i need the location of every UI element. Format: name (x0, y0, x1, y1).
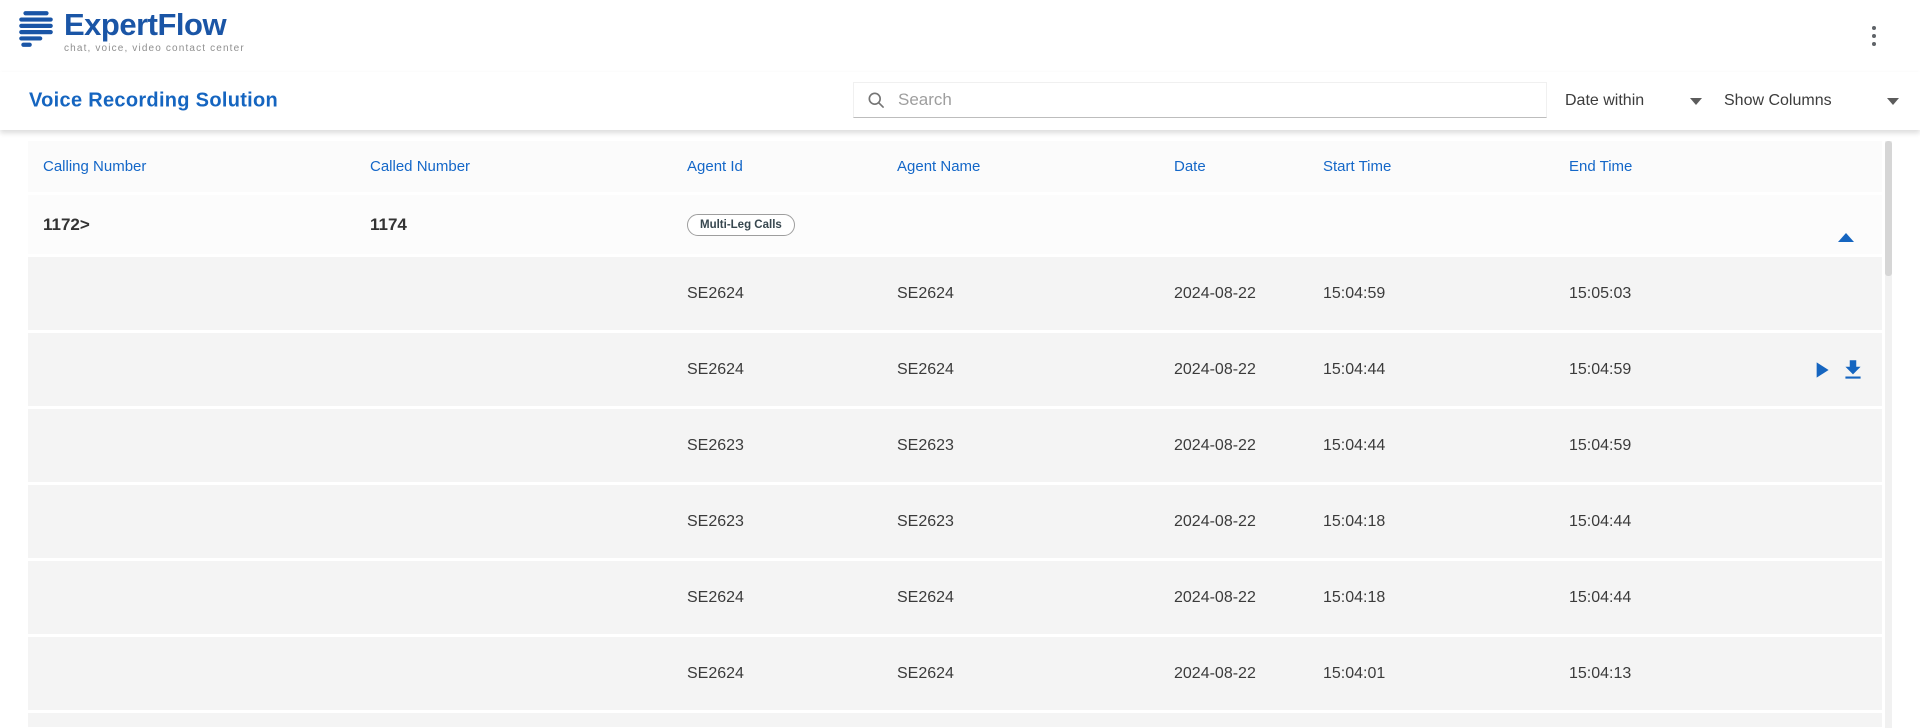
agent-name-cell: SE2623 (897, 513, 1174, 531)
agent-id-cell: SE2624 (687, 589, 897, 607)
recordings-table: Calling Number Called Number Agent Id Ag… (28, 141, 1892, 728)
start-time-cell: 15:04:01 (1323, 665, 1569, 683)
play-icon[interactable] (1808, 357, 1834, 383)
expertflow-logo-icon (15, 8, 57, 55)
date-cell: 2024-08-22 (1174, 589, 1323, 607)
download-icon[interactable] (1840, 357, 1866, 383)
agent-name-cell: SE2624 (897, 285, 1174, 303)
date-within-dropdown[interactable]: Date within (1559, 84, 1708, 118)
search-input[interactable] (896, 89, 1534, 111)
call-leg-row: SE2624 SE2624 2024-08-22 15:04:18 15:04:… (28, 561, 1882, 634)
caret-down-icon (1887, 98, 1899, 105)
app-bar: ExpertFlow chat, voice, video contact ce… (0, 0, 1920, 72)
agent-id-cell: SE2623 (687, 513, 897, 531)
column-header-date[interactable]: Date (1174, 158, 1323, 175)
agent-name-cell: SE2624 (897, 665, 1174, 683)
call-leg-row-partial (28, 713, 1882, 727)
date-cell: 2024-08-22 (1174, 285, 1323, 303)
show-columns-label: Show Columns (1724, 92, 1832, 110)
search-box (853, 82, 1547, 118)
agent-name-cell: SE2623 (897, 437, 1174, 455)
column-header-agent-name[interactable]: Agent Name (897, 158, 1174, 175)
column-header-end-time[interactable]: End Time (1569, 158, 1882, 175)
date-cell: 2024-08-22 (1174, 665, 1323, 683)
table-scrollbar[interactable] (1885, 141, 1892, 728)
toolbar: Voice Recording Solution Date within Sho… (0, 72, 1920, 130)
triangle-up-icon[interactable] (1834, 212, 1858, 238)
agent-id-cell: SE2623 (687, 437, 897, 455)
call-group-row[interactable]: 1172> 1174 Multi-Leg Calls (28, 195, 1882, 254)
agent-id-cell: SE2624 (687, 665, 897, 683)
table-header-row: Calling Number Called Number Agent Id Ag… (28, 141, 1882, 192)
call-leg-row: SE2624 SE2624 2024-08-22 15:04:01 15:04:… (28, 637, 1882, 710)
start-time-cell: 15:04:18 (1323, 513, 1569, 531)
call-leg-row: SE2623 SE2623 2024-08-22 15:04:44 15:04:… (28, 409, 1882, 482)
caret-down-icon (1690, 98, 1702, 105)
date-within-label: Date within (1565, 92, 1644, 110)
agent-name-cell: SE2624 (897, 589, 1174, 607)
end-time-cell: 15:04:44 (1569, 589, 1882, 607)
kebab-menu-icon[interactable] (1868, 22, 1880, 50)
end-time-cell: 15:04:44 (1569, 513, 1882, 531)
column-header-called-number[interactable]: Called Number (370, 158, 687, 175)
brand-tagline: chat, voice, video contact center (64, 43, 245, 54)
date-cell: 2024-08-22 (1174, 361, 1323, 379)
page-title: Voice Recording Solution (29, 90, 278, 113)
column-header-start-time[interactable]: Start Time (1323, 158, 1569, 175)
start-time-cell: 15:04:18 (1323, 589, 1569, 607)
show-columns-dropdown[interactable]: Show Columns (1718, 84, 1905, 118)
column-header-calling-number[interactable]: Calling Number (43, 158, 370, 175)
brand-name: ExpertFlow (64, 8, 245, 42)
called-number-value: 1174 (370, 215, 687, 235)
multi-leg-calls-badge: Multi-Leg Calls (687, 214, 795, 236)
call-leg-row: SE2623 SE2623 2024-08-22 15:04:18 15:04:… (28, 485, 1882, 558)
agent-name-cell: SE2624 (897, 361, 1174, 379)
table-scrollbar-thumb[interactable] (1885, 141, 1892, 276)
expertflow-logo: ExpertFlow chat, voice, video contact ce… (15, 8, 245, 55)
start-time-cell: 15:04:44 (1323, 361, 1569, 379)
end-time-cell: 15:04:13 (1569, 665, 1882, 683)
search-icon (866, 90, 886, 110)
date-cell: 2024-08-22 (1174, 437, 1323, 455)
date-cell: 2024-08-22 (1174, 513, 1323, 531)
agent-id-cell: SE2624 (687, 285, 897, 303)
call-leg-row: SE2624 SE2624 2024-08-22 15:04:44 15:04:… (28, 333, 1882, 406)
end-time-cell: 15:04:59 (1569, 437, 1882, 455)
start-time-cell: 15:04:59 (1323, 285, 1569, 303)
start-time-cell: 15:04:44 (1323, 437, 1569, 455)
column-header-agent-id[interactable]: Agent Id (687, 158, 897, 175)
call-leg-row: SE2624 SE2624 2024-08-22 15:04:59 15:05:… (28, 257, 1882, 330)
end-time-cell: 15:05:03 (1569, 285, 1882, 303)
agent-id-cell: SE2624 (687, 361, 897, 379)
calling-number-value: 1172> (43, 215, 370, 235)
